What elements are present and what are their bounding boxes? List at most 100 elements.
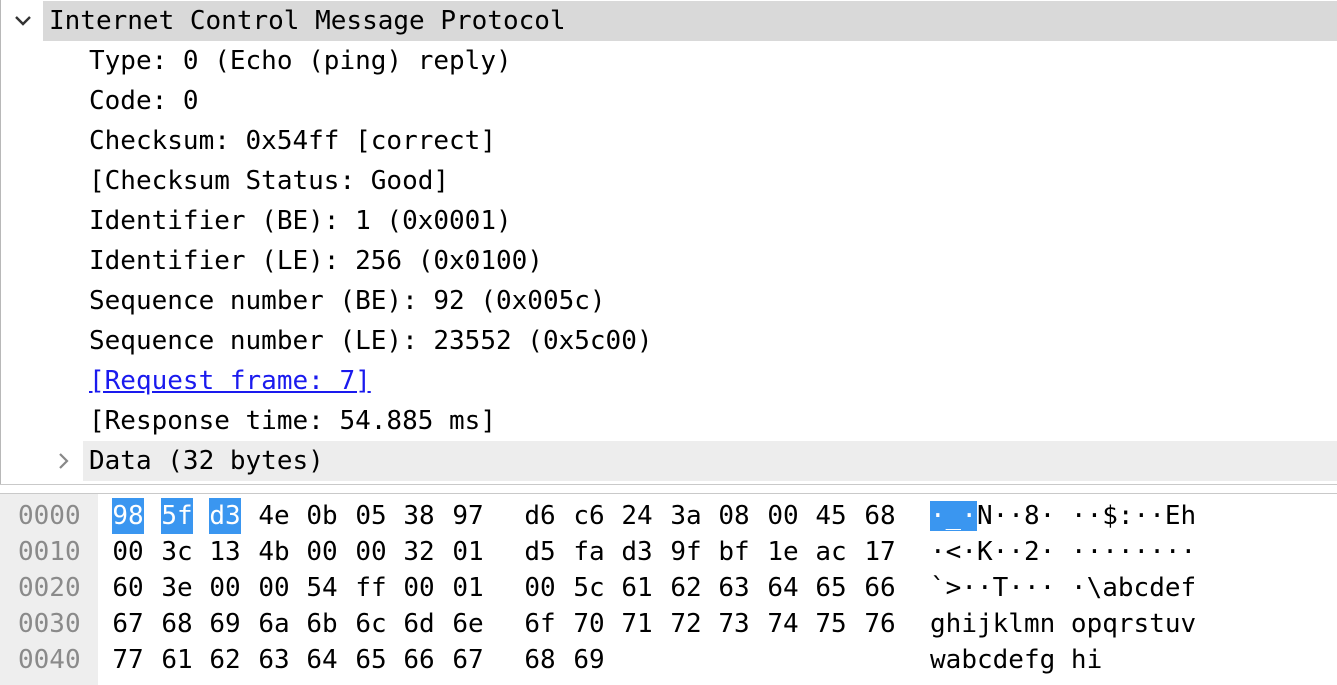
hex-byte[interactable]: 3c <box>161 534 193 570</box>
hex-byte[interactable]: 01 <box>452 534 484 570</box>
hex-byte[interactable]: 61 <box>161 642 193 678</box>
hex-byte[interactable]: 61 <box>621 570 653 606</box>
hex-byte[interactable]: 6b <box>306 606 338 642</box>
hex-byte[interactable]: 76 <box>864 606 896 642</box>
ascii-char: E <box>1164 501 1181 531</box>
hex-byte[interactable]: 5f <box>161 498 193 534</box>
hex-byte[interactable]: 9f <box>670 534 702 570</box>
hex-byte[interactable]: 69 <box>573 642 605 678</box>
data-tree-item[interactable]: Data (32 bytes) <box>1 441 1337 481</box>
hex-byte[interactable]: 00 <box>112 534 144 570</box>
hex-byte[interactable]: 67 <box>112 606 144 642</box>
hex-byte[interactable]: c6 <box>573 498 605 534</box>
ascii-column[interactable]: ghijklmn opqrstuv <box>930 606 1196 642</box>
hex-byte[interactable]: 13 <box>209 534 241 570</box>
ascii-char: · <box>1117 537 1134 567</box>
hex-byte[interactable]: 6e <box>452 606 484 642</box>
hex-byte[interactable]: 00 <box>355 534 387 570</box>
ascii-char: · <box>1133 537 1150 567</box>
hex-byte[interactable]: 3a <box>670 498 702 534</box>
hex-byte[interactable]: 32 <box>403 534 435 570</box>
ascii-char: · <box>1164 537 1181 567</box>
hex-byte[interactable]: 54 <box>306 570 338 606</box>
hex-byte[interactable]: 98 <box>112 498 144 534</box>
hex-byte[interactable]: 00 <box>767 498 799 534</box>
hex-byte[interactable]: 6f <box>524 606 556 642</box>
hex-byte[interactable]: 00 <box>524 570 556 606</box>
hex-byte[interactable]: 70 <box>573 606 605 642</box>
hex-byte[interactable]: 01 <box>452 570 484 606</box>
hex-byte[interactable]: 63 <box>718 570 750 606</box>
hex-byte[interactable]: 72 <box>670 606 702 642</box>
ascii-char: i <box>1086 645 1103 675</box>
hex-byte[interactable]: 1e <box>767 534 799 570</box>
hex-byte[interactable]: 38 <box>403 498 435 534</box>
hex-byte[interactable]: 69 <box>209 606 241 642</box>
hex-byte[interactable]: 65 <box>355 642 387 678</box>
ascii-char: c <box>976 645 993 675</box>
ascii-char: k <box>992 609 1009 639</box>
ascii-char: · <box>961 537 977 567</box>
hex-byte[interactable]: 62 <box>670 570 702 606</box>
ascii-column[interactable]: `>··T··· ·\abcdef <box>930 570 1196 606</box>
hex-byte[interactable]: 45 <box>815 498 847 534</box>
request-frame-link[interactable]: [Request frame: 7] <box>89 361 371 401</box>
hex-byte[interactable]: d5 <box>524 534 556 570</box>
hex-byte[interactable]: 4e <box>258 498 290 534</box>
hex-byte[interactable]: 05 <box>355 498 387 534</box>
hex-byte[interactable]: 24 <box>621 498 653 534</box>
hex-byte[interactable]: ac <box>815 534 847 570</box>
hex-byte[interactable]: 17 <box>864 534 896 570</box>
ascii-char: g <box>930 609 946 639</box>
hex-byte[interactable]: fa <box>573 534 605 570</box>
hex-byte[interactable]: 68 <box>864 498 896 534</box>
ascii-char: · <box>1149 501 1165 531</box>
hex-byte[interactable]: 67 <box>452 642 484 678</box>
hex-byte[interactable]: 65 <box>815 570 847 606</box>
hex-byte[interactable]: d6 <box>524 498 556 534</box>
hex-byte[interactable]: 71 <box>621 606 653 642</box>
hex-byte[interactable]: 64 <box>306 642 338 678</box>
hex-byte[interactable]: 62 <box>209 642 241 678</box>
chevron-down-icon[interactable] <box>13 1 33 41</box>
hex-byte[interactable]: 00 <box>403 570 435 606</box>
icmp-tree-item[interactable]: Internet Control Message Protocol <box>1 1 1337 41</box>
hex-byte[interactable]: 74 <box>767 606 799 642</box>
hex-byte[interactable]: 73 <box>718 606 750 642</box>
hex-byte[interactable]: 6a <box>258 606 290 642</box>
hex-byte[interactable]: 4b <box>258 534 290 570</box>
hex-byte[interactable]: 3e <box>161 570 193 606</box>
hex-byte[interactable]: 08 <box>718 498 750 534</box>
hex-byte[interactable]: 63 <box>258 642 290 678</box>
ascii-column[interactable]: ·<·K··2· ········ <box>930 534 1196 570</box>
ascii-char: i <box>961 609 977 639</box>
hex-byte[interactable]: 66 <box>864 570 896 606</box>
hex-byte[interactable]: 00 <box>258 570 290 606</box>
hex-byte[interactable]: 68 <box>524 642 556 678</box>
ascii-char <box>1055 537 1071 567</box>
ascii-char: m <box>1023 609 1040 639</box>
hex-byte[interactable]: 0b <box>306 498 338 534</box>
hex-byte[interactable]: 75 <box>815 606 847 642</box>
hex-byte[interactable]: 60 <box>112 570 144 606</box>
hex-byte[interactable]: 68 <box>161 606 193 642</box>
hex-byte[interactable]: 64 <box>767 570 799 606</box>
hex-byte[interactable]: 00 <box>209 570 241 606</box>
ascii-column[interactable]: ·_·N··8· ··$:··Eh <box>930 498 1196 534</box>
hex-byte[interactable]: 66 <box>403 642 435 678</box>
ascii-column[interactable]: wabcdefg hi <box>930 642 1102 678</box>
hex-byte[interactable]: 6d <box>403 606 435 642</box>
chevron-right-icon[interactable] <box>53 441 73 481</box>
hex-byte[interactable]: 5c <box>573 570 605 606</box>
hex-byte[interactable]: bf <box>718 534 750 570</box>
hex-byte[interactable]: 00 <box>306 534 338 570</box>
ascii-char: n <box>1039 609 1056 639</box>
hex-byte[interactable]: d3 <box>209 498 241 534</box>
hex-byte[interactable]: 6c <box>355 606 387 642</box>
hex-byte[interactable]: 97 <box>452 498 484 534</box>
hex-byte[interactable]: d3 <box>621 534 653 570</box>
pane-splitter[interactable] <box>0 484 1337 494</box>
hex-byte[interactable]: ff <box>355 570 387 606</box>
hex-byte[interactable]: 77 <box>112 642 144 678</box>
ascii-char: v <box>1180 609 1197 639</box>
